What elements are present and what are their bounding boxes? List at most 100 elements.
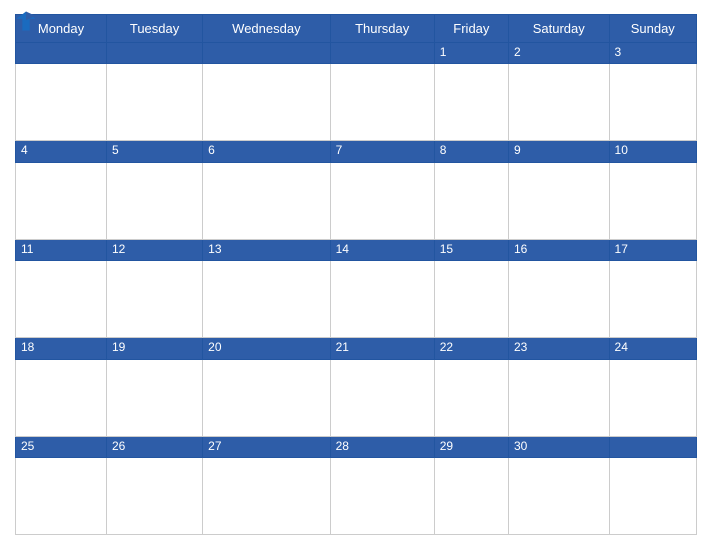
date-cell — [609, 436, 696, 457]
day-number: 4 — [21, 143, 101, 157]
date-row-2: 11 12 13 14 15 16 17 — [16, 239, 697, 260]
logo — [15, 10, 40, 32]
content-cell — [509, 458, 610, 535]
date-cell: 22 — [434, 338, 508, 359]
content-cell — [609, 359, 696, 436]
day-number: 5 — [112, 143, 197, 157]
day-number: 11 — [21, 242, 101, 256]
date-cell: 24 — [609, 338, 696, 359]
date-cell: 26 — [106, 436, 202, 457]
day-number: 13 — [208, 242, 324, 256]
day-number: 15 — [440, 242, 503, 256]
content-row-0 — [16, 64, 697, 141]
day-number: 6 — [208, 143, 324, 157]
content-cell — [16, 359, 107, 436]
logo-bird-icon — [15, 10, 37, 32]
date-cell — [330, 43, 434, 64]
content-cell — [106, 261, 202, 338]
date-cell: 5 — [106, 141, 202, 162]
content-row-2 — [16, 261, 697, 338]
date-row-4: 25 26 27 28 29 30 — [16, 436, 697, 457]
day-number: 2 — [514, 45, 604, 59]
date-cell: 20 — [203, 338, 330, 359]
weekday-header-wednesday: Wednesday — [203, 15, 330, 43]
content-cell — [203, 261, 330, 338]
day-number: 9 — [514, 143, 604, 157]
day-number: 30 — [514, 439, 604, 453]
date-cell: 19 — [106, 338, 202, 359]
day-number: 3 — [615, 45, 691, 59]
day-number: 22 — [440, 340, 503, 354]
day-number: 1 — [440, 45, 503, 59]
date-cell: 21 — [330, 338, 434, 359]
content-cell — [106, 64, 202, 141]
date-row-1: 456789 10 — [16, 141, 697, 162]
content-cell — [609, 162, 696, 239]
content-cell — [16, 162, 107, 239]
date-cell — [106, 43, 202, 64]
content-cell — [609, 261, 696, 338]
content-cell — [16, 64, 107, 141]
content-cell — [330, 162, 434, 239]
weekday-header-friday: Friday — [434, 15, 508, 43]
date-cell: 25 — [16, 436, 107, 457]
date-cell: 11 — [16, 239, 107, 260]
content-cell — [203, 458, 330, 535]
content-cell — [609, 64, 696, 141]
date-cell: 9 — [509, 141, 610, 162]
content-cell — [16, 261, 107, 338]
content-cell — [509, 359, 610, 436]
date-cell: 17 — [609, 239, 696, 260]
date-cell: 7 — [330, 141, 434, 162]
content-cell — [509, 261, 610, 338]
content-cell — [609, 458, 696, 535]
date-cell: 10 — [609, 141, 696, 162]
day-number: 17 — [615, 242, 691, 256]
weekday-header-thursday: Thursday — [330, 15, 434, 43]
content-cell — [330, 359, 434, 436]
date-cell: 18 — [16, 338, 107, 359]
date-cell: 23 — [509, 338, 610, 359]
date-row-3: 18 19 2021 22 23 24 — [16, 338, 697, 359]
day-number: 28 — [336, 439, 429, 453]
day-number: 7 — [336, 143, 429, 157]
day-number: 27 — [208, 439, 324, 453]
date-cell: 14 — [330, 239, 434, 260]
day-number: 29 — [440, 439, 503, 453]
date-cell: 4 — [16, 141, 107, 162]
day-number: 24 — [615, 340, 691, 354]
content-cell — [434, 162, 508, 239]
day-number: 12 — [112, 242, 197, 256]
content-cell — [509, 162, 610, 239]
day-number: 16 — [514, 242, 604, 256]
content-cell — [106, 458, 202, 535]
weekday-header-row: MondayTuesdayWednesdayThursdayFridaySatu… — [16, 15, 697, 43]
date-cell: 30 — [509, 436, 610, 457]
date-cell: 2 — [509, 43, 610, 64]
day-number: 18 — [21, 340, 101, 354]
content-cell — [203, 359, 330, 436]
date-cell: 15 — [434, 239, 508, 260]
date-cell: 16 — [509, 239, 610, 260]
content-cell — [16, 458, 107, 535]
day-number: 8 — [440, 143, 503, 157]
content-cell — [106, 162, 202, 239]
content-row-3 — [16, 359, 697, 436]
date-cell — [203, 43, 330, 64]
calendar-table: MondayTuesdayWednesdayThursdayFridaySatu… — [15, 14, 697, 535]
weekday-header-tuesday: Tuesday — [106, 15, 202, 43]
weekday-header-saturday: Saturday — [509, 15, 610, 43]
day-number: 14 — [336, 242, 429, 256]
date-cell: 6 — [203, 141, 330, 162]
day-number: 19 — [112, 340, 197, 354]
day-number: 10 — [615, 143, 691, 157]
content-row-4 — [16, 458, 697, 535]
date-cell: 8 — [434, 141, 508, 162]
date-cell — [16, 43, 107, 64]
date-cell: 1 — [434, 43, 508, 64]
content-cell — [203, 162, 330, 239]
date-cell: 13 — [203, 239, 330, 260]
content-cell — [434, 359, 508, 436]
day-number: 25 — [21, 439, 101, 453]
weekday-header-sunday: Sunday — [609, 15, 696, 43]
